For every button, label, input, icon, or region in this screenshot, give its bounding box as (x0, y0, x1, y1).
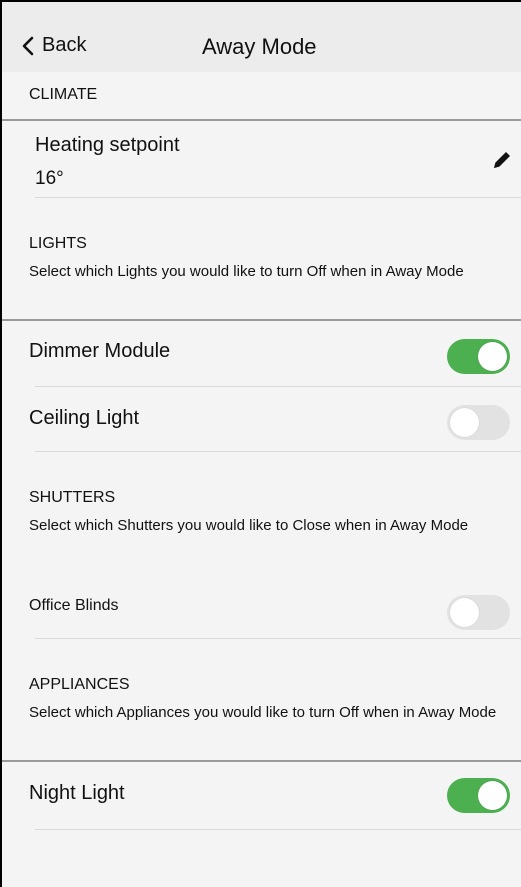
lights-description: Select which Lights you would like to tu… (29, 263, 464, 280)
toggle-knob (478, 342, 507, 371)
item-label: Dimmer Module (29, 340, 171, 362)
back-button[interactable]: Back (22, 34, 86, 57)
pencil-icon[interactable] (491, 149, 513, 171)
section-title-lights: LIGHTS (29, 235, 87, 252)
list-item-office-blinds: Office Blinds (2, 582, 521, 638)
list-item-dimmer-module: Dimmer Module (2, 320, 521, 386)
dimmer-module-toggle[interactable] (447, 339, 510, 374)
item-label: Ceiling Light (29, 407, 140, 429)
shutters-description: Select which Shutters you would like to … (29, 517, 469, 534)
appliances-description: Select which Appliances you would like t… (29, 704, 497, 721)
divider (35, 638, 521, 639)
list-item-night-light: Night Light (2, 761, 521, 829)
chevron-left-icon (22, 36, 34, 55)
item-label: Night Light (29, 782, 125, 804)
item-label: Office Blinds (29, 597, 119, 614)
divider (35, 451, 521, 452)
night-light-toggle[interactable] (447, 778, 510, 813)
nav-header: Back Away Mode (2, 2, 521, 72)
away-mode-screen: Back Away Mode CLIMATE Heating setpoint … (0, 0, 521, 887)
section-title-shutters: SHUTTERS (29, 489, 116, 506)
office-blinds-toggle[interactable] (447, 595, 510, 630)
toggle-knob (478, 781, 507, 810)
heating-setpoint-value: 16° (35, 168, 64, 189)
list-item-ceiling-light: Ceiling Light (2, 387, 521, 451)
toggle-knob (450, 408, 479, 437)
section-title-climate: CLIMATE (29, 86, 98, 103)
divider (35, 197, 521, 198)
heating-setpoint-row[interactable]: Heating setpoint 16° (2, 120, 521, 198)
section-title-appliances: APPLIANCES (29, 676, 130, 693)
heating-setpoint-label: Heating setpoint (35, 134, 180, 156)
ceiling-light-toggle[interactable] (447, 405, 510, 440)
divider (35, 829, 521, 830)
page-title: Away Mode (202, 34, 317, 59)
back-label: Back (42, 34, 87, 56)
toggle-knob (450, 598, 479, 627)
